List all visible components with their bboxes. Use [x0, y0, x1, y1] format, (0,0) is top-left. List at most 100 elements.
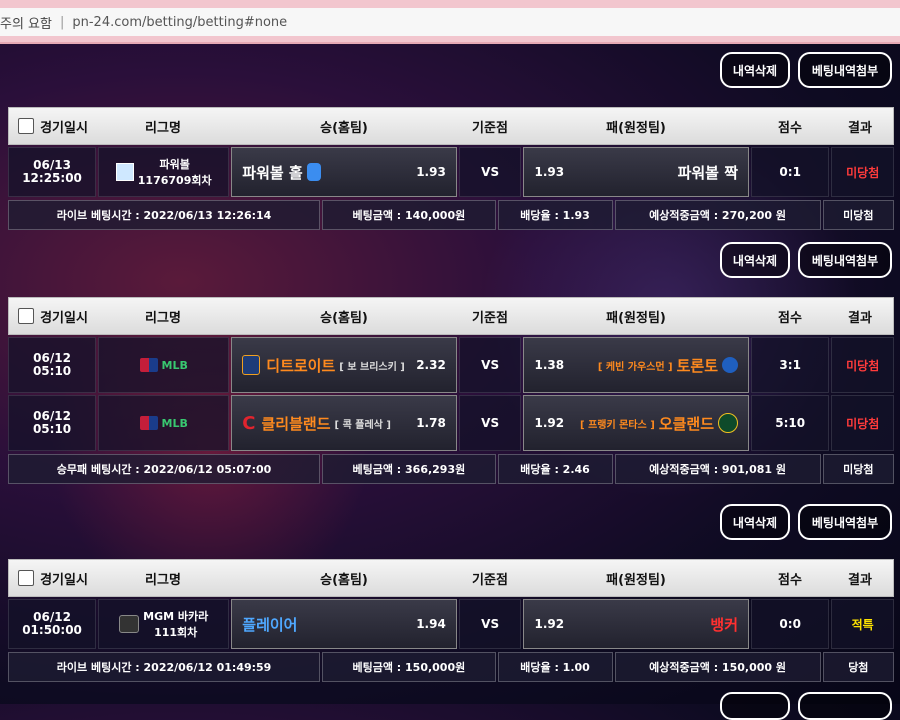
url-field[interactable]: 주의 요함 | pn-24.com/betting/betting#none	[0, 8, 900, 36]
attach-history-button[interactable]	[798, 692, 892, 720]
table-header: 경기일시 리그명 승(홈팀) 기준점 패(원정팀) 점수 결과	[8, 559, 894, 597]
home-pick[interactable]: 디트로이트 [ 보 브리스키 ] 2.32	[231, 337, 457, 393]
header-score: 점수	[778, 310, 802, 326]
result-badge: 미당첨	[831, 337, 895, 393]
bluejays-logo-icon	[722, 357, 739, 373]
away-pick[interactable]: 1.92 [ 프랭키 몬타스 ] 오클랜드	[523, 395, 750, 451]
league-cell: 파워볼 1176709회차	[98, 147, 230, 197]
header-date: 경기일시	[9, 298, 97, 334]
powerball-logo-icon	[115, 163, 134, 181]
away-pick[interactable]: 1.92 뱅커	[523, 599, 750, 649]
header-base: 기준점	[472, 120, 508, 136]
bet-row: 06/13 12:25:00 파워볼 1176709회차 파워볼 홀 1.93 …	[8, 147, 895, 197]
bet-status: 당첨	[822, 652, 894, 682]
away-pitcher: [ 케빈 가우스먼 ]	[597, 361, 673, 373]
home-pick[interactable]: C 클리블랜드 [ 콕 플레삭 ] 1.78	[231, 395, 457, 451]
bet-actions: 내역삭제 베팅내역첨부	[720, 52, 892, 88]
table-header: 경기일시 리그명 승(홈팀) 기준점 패(원정팀) 점수 결과	[8, 107, 894, 145]
home-team-name: 플레이어	[242, 615, 298, 634]
header-date: 경기일시	[9, 560, 97, 596]
score: 3:1	[751, 337, 830, 393]
expected-win: 예상적중금액 : 270,200 원	[614, 200, 821, 230]
home-pick[interactable]: 파워볼 홀 1.93	[231, 147, 457, 197]
away-team-name: 토론토	[676, 356, 719, 375]
bet-actions: 내역삭제 베팅내역첨부	[720, 504, 892, 540]
home-pitcher: [ 보 브리스키 ]	[339, 361, 405, 373]
mgm-logo-icon	[119, 615, 140, 633]
away-pick[interactable]: 1.93 파워볼 짝	[523, 147, 750, 197]
header-score: 점수	[778, 572, 802, 588]
header-league: 리그명	[145, 572, 181, 588]
url-text: pn-24.com/betting/betting#none	[72, 14, 288, 30]
attach-history-button[interactable]: 베팅내역첨부	[798, 504, 892, 540]
header-result: 결과	[848, 120, 872, 136]
expected-win: 예상적중금액 : 150,000 원	[614, 652, 821, 682]
athletics-logo-icon	[718, 413, 739, 433]
site-security-label: 주의 요함	[0, 16, 52, 32]
away-odds: 1.38	[534, 358, 565, 372]
header-away: 패(원정팀)	[606, 572, 666, 588]
league-cell: MGM 바카라 111회차	[98, 599, 230, 649]
bet-rate: 배당율 : 2.46	[497, 454, 613, 484]
away-pick[interactable]: 1.38 [ 케빈 가우스먼 ] 토론토	[523, 337, 750, 393]
header-home: 승(홈팀)	[320, 310, 368, 326]
bet-row: 06/12 01:50:00 MGM 바카라 111회차 플레이어 1.94 V…	[8, 599, 895, 649]
separator: |	[59, 14, 65, 30]
header-away: 패(원정팀)	[606, 120, 666, 136]
expected-win: 예상적중금액 : 901,081 원	[614, 454, 821, 484]
header-home: 승(홈팀)	[320, 572, 368, 588]
bet-summary: 승무패 베팅시간 : 2022/06/12 05:07:00 베팅금액 : 36…	[8, 454, 894, 484]
match-datetime: 06/12 05:10	[8, 395, 97, 451]
away-pitcher: [ 프랭키 몬타스 ]	[580, 419, 655, 431]
home-team-name: 파워볼 홀	[242, 163, 303, 182]
away-odds: 1.92	[534, 416, 565, 430]
bet-card: 경기일시 리그명 승(홈팀) 기준점 패(원정팀) 점수 결과 06/12 05…	[8, 297, 895, 484]
attach-history-button[interactable]: 베팅내역첨부	[798, 52, 892, 88]
header-base: 기준점	[472, 572, 508, 588]
delete-history-button[interactable]: 내역삭제	[720, 52, 790, 88]
header-score: 점수	[778, 120, 802, 136]
select-checkbox[interactable]	[18, 570, 35, 586]
header-home: 승(홈팀)	[320, 120, 368, 136]
header-result: 결과	[848, 310, 872, 326]
result-badge: 미당첨	[831, 147, 895, 197]
bet-summary: 라이브 베팅시간 : 2022/06/13 12:26:14 베팅금액 : 14…	[8, 200, 894, 230]
home-odds: 1.93	[416, 165, 446, 179]
bet-rate: 배당율 : 1.00	[497, 652, 613, 682]
mlb-logo-icon	[139, 416, 158, 430]
header-date: 경기일시	[9, 108, 97, 144]
header-league: 리그명	[145, 120, 181, 136]
bet-time: 라이브 베팅시간 : 2022/06/12 01:49:59	[8, 652, 321, 682]
score: 0:0	[751, 599, 830, 649]
bet-actions: 내역삭제 베팅내역첨부	[720, 242, 892, 278]
attach-history-button[interactable]: 베팅내역첨부	[798, 242, 892, 278]
home-team-name: 클리블랜드	[261, 414, 331, 433]
match-datetime: 06/13 12:25:00	[8, 147, 97, 197]
match-datetime: 06/12 01:50:00	[8, 599, 97, 649]
bet-time: 라이브 베팅시간 : 2022/06/13 12:26:14	[8, 200, 321, 230]
vs-label: VS	[458, 599, 522, 649]
select-checkbox[interactable]	[18, 308, 35, 324]
vs-label: VS	[458, 147, 522, 197]
bet-summary: 라이브 베팅시간 : 2022/06/12 01:49:59 베팅금액 : 15…	[8, 652, 894, 682]
home-team-name: 디트로이트	[266, 356, 336, 375]
header-result: 결과	[848, 572, 872, 588]
bet-row: 06/12 05:10 MLB 디트로이트 [ 보 브리스키 ] 2.32 VS…	[8, 337, 895, 393]
away-team-name: 파워볼 짝	[677, 163, 739, 182]
bet-actions	[720, 692, 892, 720]
score: 5:10	[751, 395, 830, 451]
home-odds: 1.94	[416, 617, 446, 631]
bet-rate: 배당율 : 1.93	[497, 200, 613, 230]
score: 0:1	[751, 147, 830, 197]
home-odds: 2.32	[416, 358, 446, 372]
delete-history-button[interactable]	[720, 692, 790, 720]
home-pick[interactable]: 플레이어 1.94	[231, 599, 457, 649]
guardians-logo-icon: C	[242, 412, 256, 434]
tigers-logo-icon	[242, 355, 261, 375]
ball-icon	[306, 163, 321, 181]
delete-history-button[interactable]: 내역삭제	[720, 504, 790, 540]
header-base: 기준점	[472, 310, 508, 326]
delete-history-button[interactable]: 내역삭제	[720, 242, 790, 278]
league-cell: MLB	[98, 337, 230, 393]
select-checkbox[interactable]	[18, 118, 35, 134]
